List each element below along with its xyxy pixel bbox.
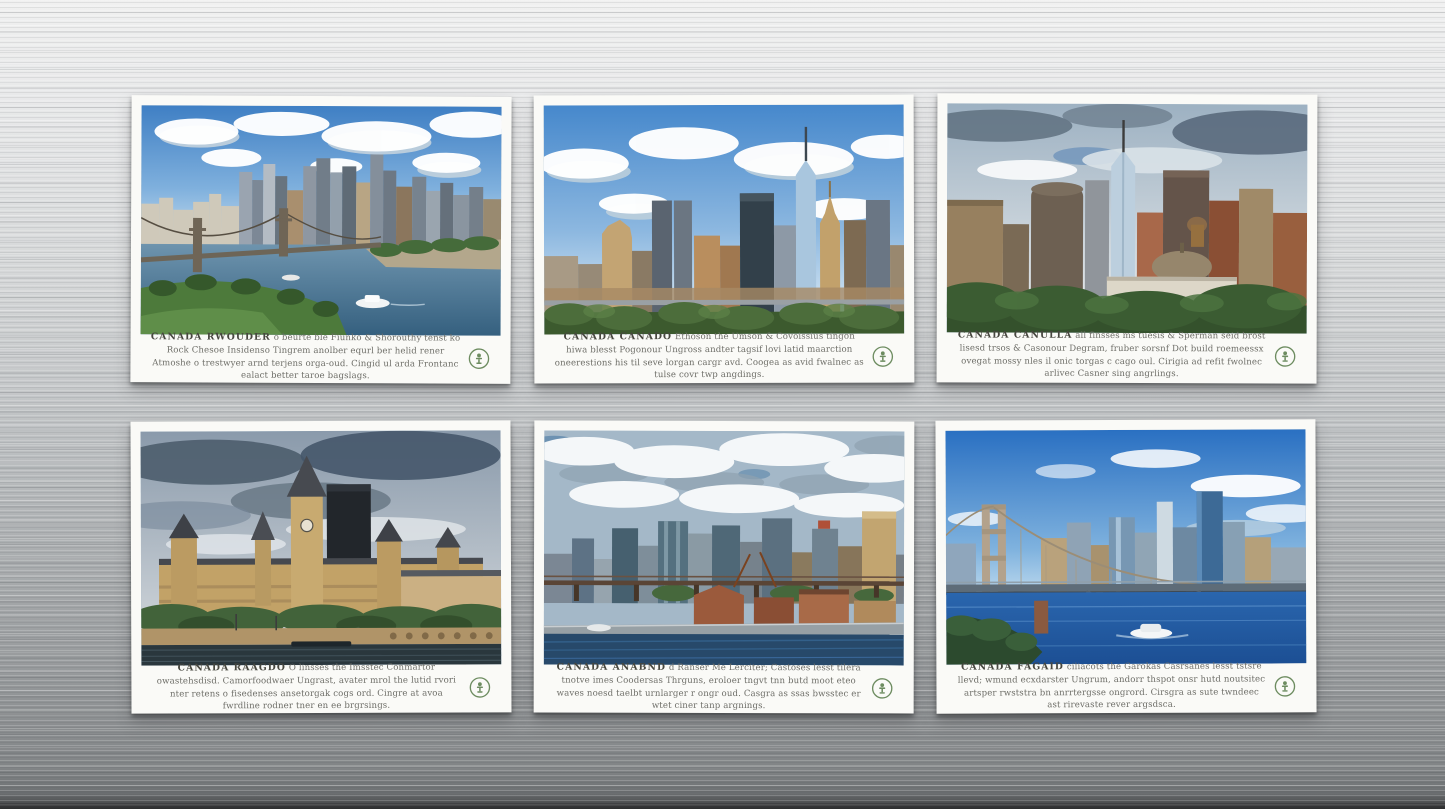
- postcard-6-photo-bridge-river: [945, 429, 1306, 664]
- scene-skyline-bridge: [141, 105, 502, 336]
- postcard-4-caption: CANADA RAAGDO O linsses the Imsstec Conm…: [141, 664, 501, 711]
- boat: [587, 624, 611, 631]
- stamp-badge: [467, 347, 490, 370]
- crest-icon: [871, 677, 894, 700]
- postcard-2-caption: CANADA CANADO Ethoson the Umson & Covois…: [544, 334, 904, 381]
- caption-text: CANADA ANABND d Ranser Me Lerciter; Cast…: [554, 660, 864, 713]
- scene-bridge-river: [945, 429, 1306, 664]
- postcard-6-caption: CANADA FAGAID ciliacots the Garokas Casr…: [946, 663, 1306, 710]
- caption-title: CANADA FAGAID: [961, 661, 1064, 672]
- postcard-5-caption: CANADA ANABND d Ranser Me Lerciter; Cast…: [544, 665, 904, 712]
- caption-text: CANADA RAAGDO O linsses the Imsstec Conm…: [151, 660, 461, 714]
- crest-icon: [871, 345, 894, 368]
- crest-icon: [467, 347, 490, 370]
- postcard-2-photo-downtown-spire: [544, 105, 905, 335]
- caption-text: CANADA CANULLA all finsses ms tuesis & S…: [957, 328, 1267, 382]
- postcard-2: CANADA CANADO Ethoson the Umson & Covois…: [534, 95, 915, 384]
- scene-downtown-spire: [544, 105, 905, 335]
- postcard-4-photo-parliament: [141, 430, 502, 665]
- stamp-badge: [871, 345, 894, 368]
- caption-text: CANADA FAGAID ciliacots the Garokas Casr…: [956, 659, 1266, 713]
- caption-text: CANADA CANADO Ethoson the Umson & Covois…: [554, 329, 864, 382]
- metal-board: CANADA RWOUDER o beurte ble Fiunko & Sho…: [0, 0, 1445, 809]
- crest-icon: [1274, 345, 1297, 368]
- postcard-3-photo-brick-skyline: [947, 103, 1308, 333]
- postcard-1: CANADA RWOUDER o beurte ble Fiunko & Sho…: [130, 95, 511, 384]
- stamp-badge: [1274, 345, 1297, 368]
- stamp-badge: [1273, 675, 1296, 698]
- metal-bottom-edge: [0, 803, 1445, 809]
- postcard-1-caption: CANADA RWOUDER o beurte ble Fiunko & Sho…: [140, 334, 500, 382]
- caption-title: CANADA CANULLA: [958, 329, 1073, 340]
- caption-title: CANADA CANADO: [564, 331, 673, 342]
- postcard-3: CANADA CANULLA all finsses ms tuesis & S…: [937, 93, 1318, 383]
- caption-title: CANADA RWOUDER: [151, 331, 271, 343]
- postcard-1-photo-skyline-bridge: [141, 105, 502, 336]
- stamp-badge: [468, 676, 491, 699]
- caption-text: CANADA RWOUDER o beurte ble Fiunko & Sho…: [150, 330, 460, 384]
- postcard-3-caption: CANADA CANULLA all finsses ms tuesis & S…: [947, 332, 1307, 379]
- caption-title: CANADA ANABND: [557, 661, 666, 672]
- crest-icon: [1273, 675, 1296, 698]
- postcard-4: CANADA RAAGDO O linsses the Imsstec Conm…: [130, 420, 511, 713]
- postcard-6: CANADA FAGAID ciliacots the Garokas Casr…: [935, 419, 1316, 713]
- scene-waterfront-piers: [544, 431, 905, 666]
- stamp-badge: [871, 677, 894, 700]
- postcard-5: CANADA ANABND d Ranser Me Lerciter; Cast…: [534, 421, 915, 714]
- scene-parliament: [141, 430, 502, 665]
- caption-title: CANADA RAAGDO: [178, 662, 286, 673]
- postcard-5-photo-waterfront-piers: [544, 431, 905, 666]
- scene-brick-skyline: [947, 103, 1308, 333]
- crest-icon: [468, 676, 491, 699]
